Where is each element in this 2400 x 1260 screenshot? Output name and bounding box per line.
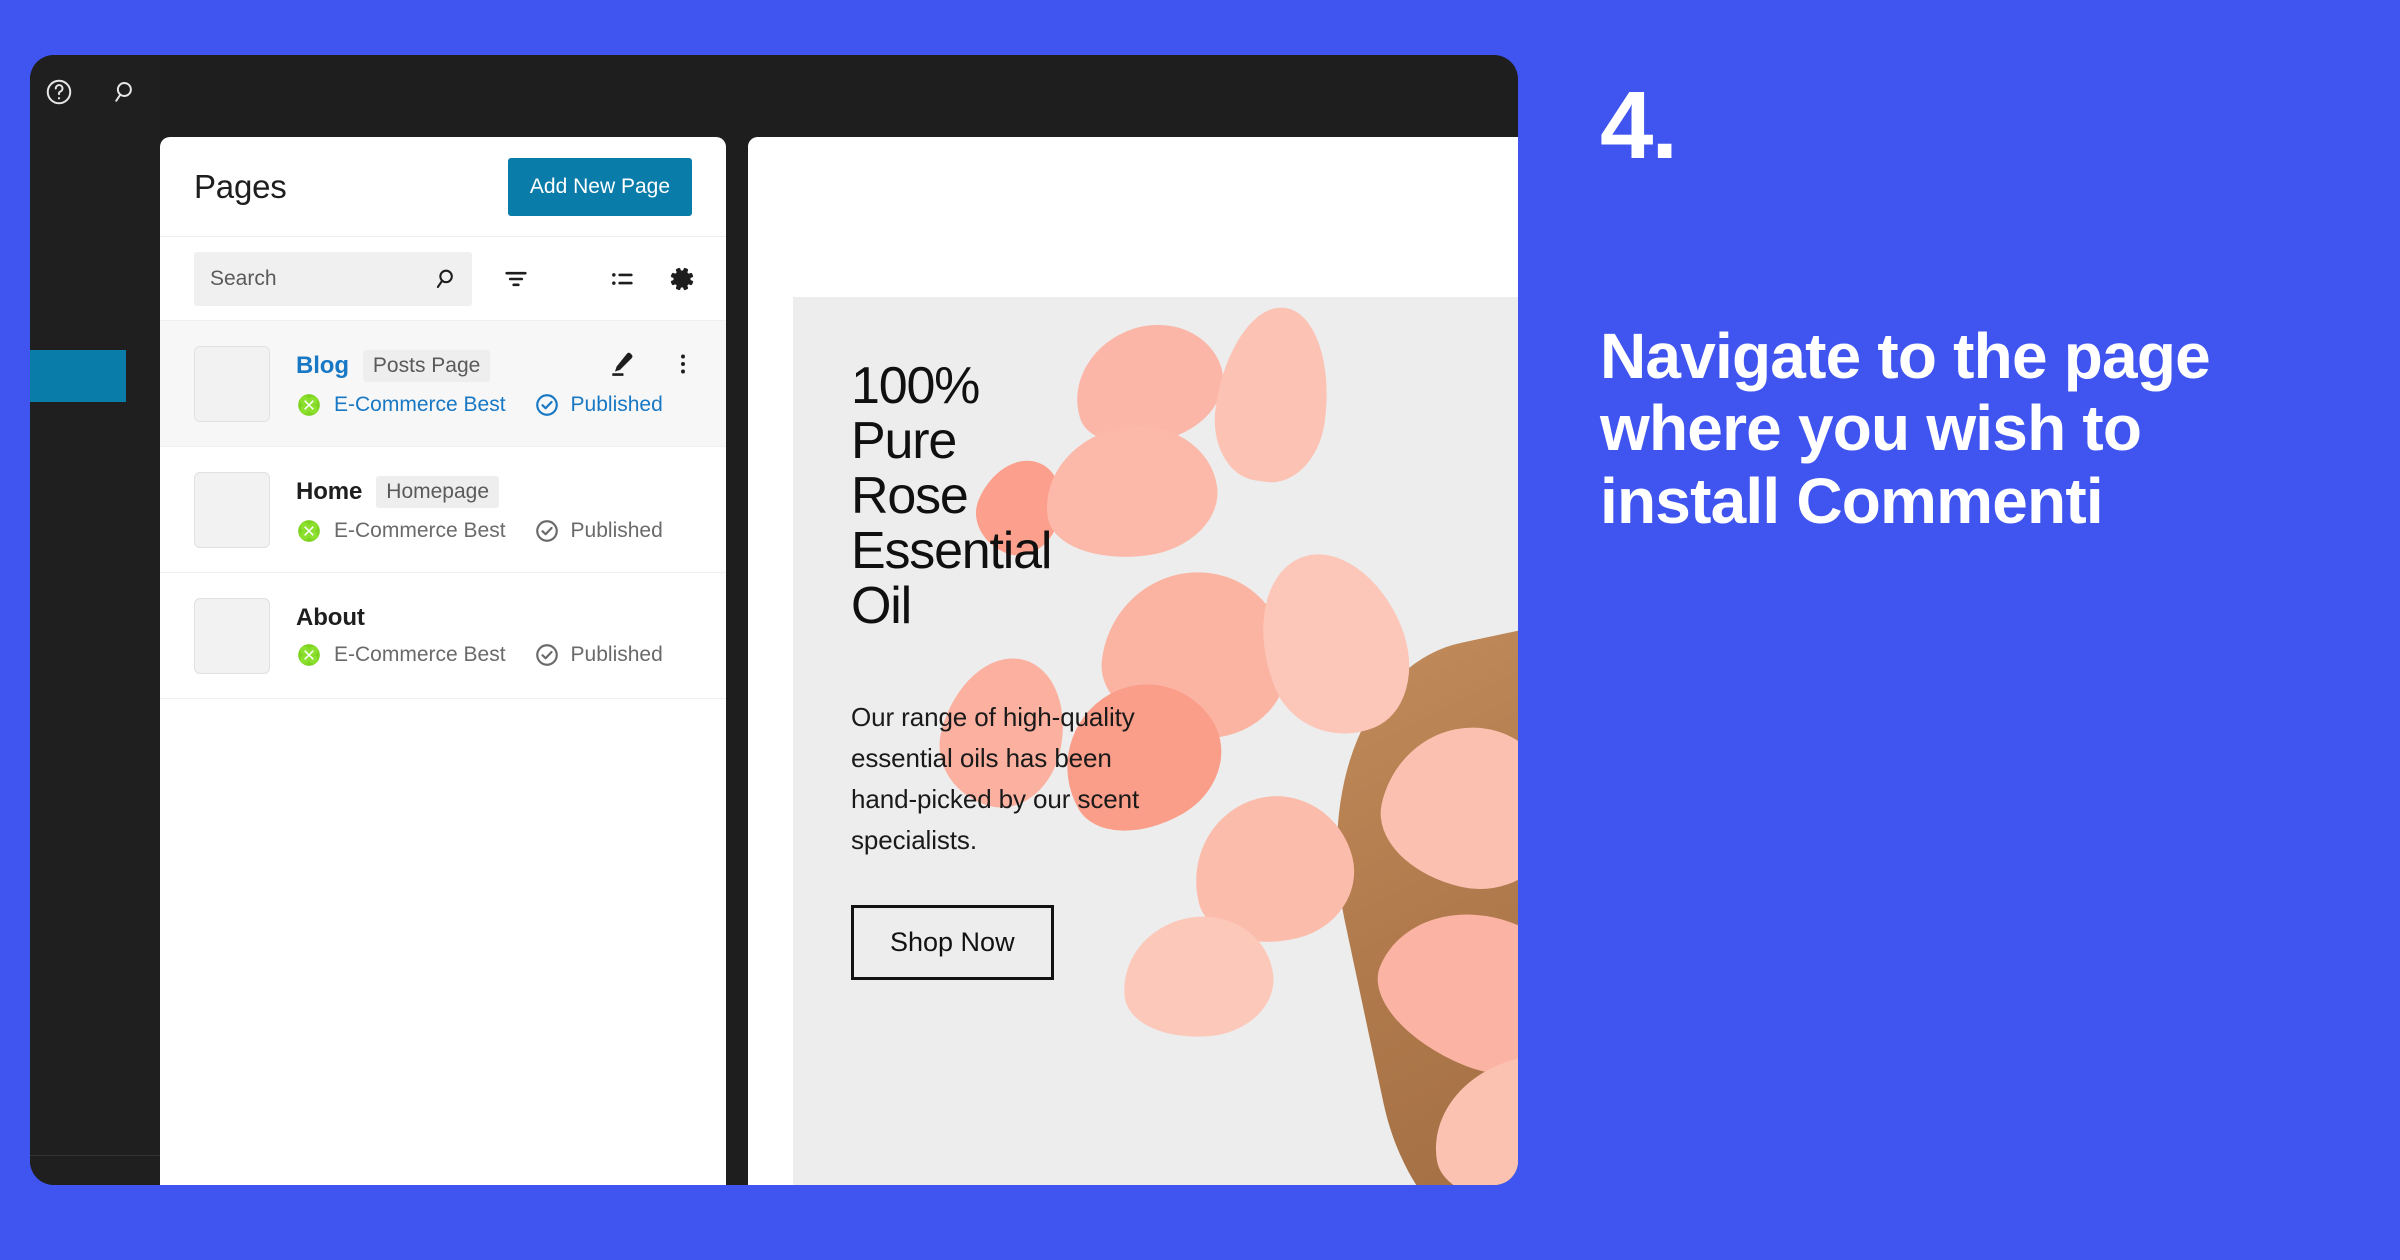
page-title-link[interactable]: About xyxy=(296,604,365,632)
check-circle-icon xyxy=(534,642,560,668)
row-title-line: About xyxy=(296,604,700,632)
petal-shape xyxy=(1206,300,1340,489)
row-meta-line: E-Commerce Best Published xyxy=(296,642,700,668)
pencil-icon[interactable] xyxy=(604,347,638,381)
step-text: Navigate to the page where you wish to i… xyxy=(1600,320,2211,537)
page-thumbnail xyxy=(194,471,270,548)
hero-paragraph: Our range of high-quality essential oils… xyxy=(851,701,1140,855)
hero-content: 100% Pure Rose Essential Oil Our range o… xyxy=(851,357,1181,980)
check-circle-icon xyxy=(534,518,560,544)
row-content: About E-Commerce Best Published xyxy=(296,604,700,668)
list-view-icon[interactable] xyxy=(604,256,640,302)
hero-section: 100% Pure Rose Essential Oil Our range o… xyxy=(793,297,1518,1185)
site-preview-panel: Ab 100% Pure Rose Essential Oil xyxy=(748,137,1518,1185)
status-text: Published xyxy=(570,518,663,542)
publish-status: Published xyxy=(534,642,663,668)
gear-icon[interactable] xyxy=(664,256,700,302)
shop-now-button[interactable]: Shop Now xyxy=(851,904,1054,980)
pages-toolbar xyxy=(160,237,726,321)
publish-status: Published xyxy=(534,518,663,544)
check-circle-icon xyxy=(534,392,560,418)
row-content: Home Homepage E-Commerce Best Published xyxy=(296,475,700,544)
site-icon xyxy=(296,392,322,418)
pages-header: Pages Add New Page xyxy=(160,137,726,237)
sidebar-divider xyxy=(30,1155,160,1156)
site-icon xyxy=(296,642,322,668)
search-field[interactable] xyxy=(194,251,472,306)
add-new-page-button[interactable]: Add New Page xyxy=(507,157,692,216)
preview-site-navbar: Ab xyxy=(748,137,1518,237)
site-icon xyxy=(296,518,322,544)
row-title-line: Blog Posts Page xyxy=(296,349,604,382)
admin-sidebar-icons xyxy=(44,77,140,107)
page-title: Pages xyxy=(194,167,287,205)
search-icon[interactable] xyxy=(110,77,140,107)
table-row[interactable]: About E-Commerce Best Published xyxy=(160,573,726,699)
table-row[interactable]: Blog Posts Page E-Commerce Best Publishe… xyxy=(160,321,726,447)
publish-status: Published xyxy=(534,392,663,418)
row-meta-line: E-Commerce Best Published xyxy=(296,518,700,544)
row-content: Blog Posts Page E-Commerce Best Publishe… xyxy=(296,349,663,418)
page-title-link[interactable]: Home xyxy=(296,478,362,506)
status-text: Published xyxy=(570,642,663,666)
admin-sidebar xyxy=(30,55,160,1185)
hero-heading: 100% Pure Rose Essential Oil xyxy=(851,357,1052,636)
search-input[interactable] xyxy=(194,251,472,306)
status-badge: Posts Page xyxy=(362,349,491,382)
page-thumbnail xyxy=(194,597,270,674)
status-badge: Homepage xyxy=(376,475,500,508)
more-vertical-icon[interactable] xyxy=(666,347,700,381)
status-text: Published xyxy=(570,392,663,416)
instruction-panel: 4. Navigate to the page where you wish t… xyxy=(1600,0,2400,1260)
site-name[interactable]: E-Commerce Best xyxy=(334,643,506,667)
table-row[interactable]: Home Homepage E-Commerce Best Published xyxy=(160,447,726,573)
page-title-link[interactable]: Blog xyxy=(296,352,349,380)
row-title-line: Home Homepage xyxy=(296,475,700,508)
help-icon[interactable] xyxy=(44,77,74,107)
site-name[interactable]: E-Commerce Best xyxy=(334,393,506,417)
row-actions xyxy=(604,347,700,381)
site-name[interactable]: E-Commerce Best xyxy=(334,519,506,543)
pages-panel: Pages Add New Page Search Blog Posts Pag… xyxy=(160,137,726,1185)
browser-window: Pages Add New Page Search Blog Posts Pag… xyxy=(30,55,1518,1185)
sidebar-active-item[interactable] xyxy=(30,350,126,402)
step-number: 4. xyxy=(1600,72,1678,179)
filter-icon[interactable] xyxy=(498,256,534,302)
pages-list: Blog Posts Page E-Commerce Best Publishe… xyxy=(160,321,726,1185)
row-meta-line: E-Commerce Best Published xyxy=(296,392,663,418)
page-thumbnail xyxy=(194,345,270,422)
